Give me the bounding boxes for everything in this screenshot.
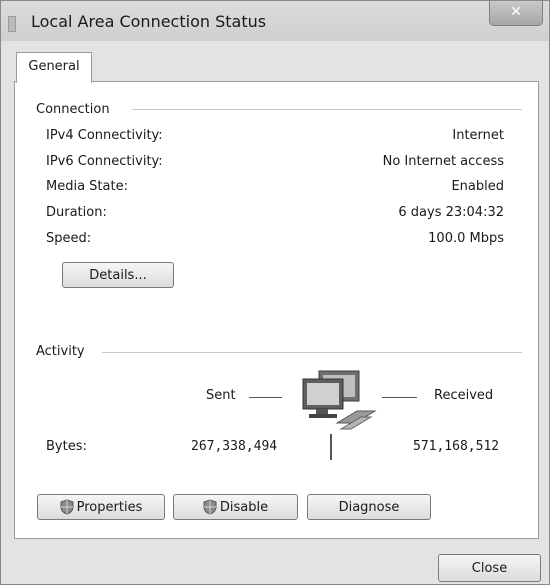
connection-heading: Connection [36, 102, 110, 117]
duration-label: Duration: [46, 205, 107, 220]
window-title: Local Area Connection Status [31, 12, 267, 31]
details-button[interactable]: Details... [62, 262, 174, 288]
received-dash [382, 397, 417, 398]
bytes-sent-value: 267,338,494 [191, 439, 278, 454]
ipv4-label: IPv4 Connectivity: [46, 128, 163, 143]
network-icon [8, 16, 16, 32]
bytes-separator [330, 434, 332, 460]
title-bar[interactable]: Local Area Connection Status ✕ [1, 1, 549, 41]
disable-label: Disable [219, 499, 269, 515]
diagnose-button[interactable]: Diagnose [307, 494, 431, 520]
shield-icon [203, 499, 217, 515]
ipv6-label: IPv6 Connectivity: [46, 154, 163, 169]
sent-dash [249, 397, 282, 398]
disable-button[interactable]: Disable [173, 494, 298, 520]
connection-divider [132, 109, 522, 110]
dialog-window: Local Area Connection Status ✕ General C… [0, 0, 550, 585]
activity-divider [102, 352, 522, 353]
shield-icon [60, 499, 74, 515]
bytes-received-value: 571,168,512 [413, 439, 500, 454]
close-window-button[interactable]: ✕ [489, 1, 543, 26]
activity-heading: Activity [36, 344, 85, 359]
ipv6-value: No Internet access [382, 154, 504, 169]
bytes-label: Bytes: [46, 439, 87, 454]
sent-label: Sent [206, 388, 236, 403]
received-label: Received [434, 388, 494, 403]
tab-general[interactable]: General [16, 52, 92, 83]
duration-value: 6 days 23:04:32 [398, 205, 504, 220]
media-state-value: Enabled [451, 179, 504, 194]
properties-label: Properties [76, 499, 143, 515]
speed-value: 100.0 Mbps [428, 231, 504, 246]
ipv4-value: Internet [452, 128, 504, 143]
network-computers-icon [302, 370, 377, 430]
general-panel [14, 81, 539, 539]
properties-button[interactable]: Properties [37, 494, 165, 520]
close-button[interactable]: Close [438, 554, 541, 582]
media-state-label: Media State: [46, 179, 128, 194]
speed-label: Speed: [46, 231, 92, 246]
